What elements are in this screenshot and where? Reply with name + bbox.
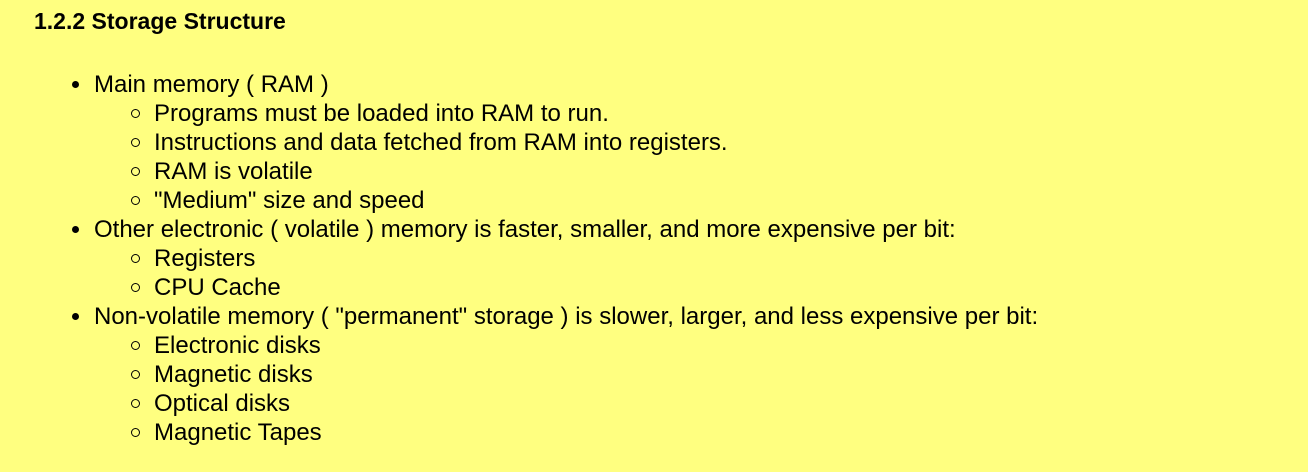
sub-list-item: Programs must be loaded into RAM to run. bbox=[131, 99, 1038, 128]
list-item-text: Main memory ( RAM ) bbox=[94, 71, 329, 98]
disc-bullet-icon bbox=[72, 313, 79, 320]
circle-bullet-icon bbox=[131, 138, 140, 147]
circle-bullet-icon bbox=[131, 399, 140, 408]
section-heading: 1.2.2 Storage Structure bbox=[34, 8, 286, 34]
sub-list-item-text: Electronic disks bbox=[154, 332, 321, 359]
circle-bullet-icon bbox=[131, 283, 140, 292]
sub-list-item: RAM is volatile bbox=[131, 157, 1038, 186]
disc-bullet-icon bbox=[72, 81, 79, 88]
sub-list-item: Instructions and data fetched from RAM i… bbox=[131, 128, 1038, 157]
circle-bullet-icon bbox=[131, 109, 140, 118]
sub-list: Electronic disks Magnetic disks Optical … bbox=[94, 331, 1038, 447]
circle-bullet-icon bbox=[131, 370, 140, 379]
list-item-main-memory: Main memory ( RAM ) Programs must be loa… bbox=[72, 70, 1038, 215]
circle-bullet-icon bbox=[131, 428, 140, 437]
list-item-non-volatile-memory: Non-volatile memory ( "permanent" storag… bbox=[72, 302, 1039, 447]
sub-list-item-text: RAM is volatile bbox=[154, 158, 313, 185]
sub-list-item-text: Magnetic Tapes bbox=[154, 419, 322, 446]
list-item-volatile-memory: Other electronic ( volatile ) memory is … bbox=[72, 215, 1038, 302]
list-item-text: Other electronic ( volatile ) memory is … bbox=[94, 216, 956, 243]
sub-list-item: Electronic disks bbox=[131, 331, 1038, 360]
sub-list-item-text: Optical disks bbox=[154, 390, 291, 417]
sub-list-item-text: Registers bbox=[154, 245, 256, 272]
page: 1.2.2 Storage Structure Main memory ( RA… bbox=[0, 0, 1308, 472]
sub-list-item-text: Magnetic disks bbox=[154, 361, 313, 388]
storage-list: Main memory ( RAM ) Programs must be loa… bbox=[72, 70, 1039, 447]
disc-bullet-icon bbox=[72, 226, 79, 233]
sub-list-item: "Medium" size and speed bbox=[131, 186, 1038, 215]
circle-bullet-icon bbox=[131, 341, 140, 350]
circle-bullet-icon bbox=[131, 254, 140, 263]
sub-list-item-text: Programs must be loaded into RAM to run. bbox=[154, 100, 609, 127]
sub-list-item: CPU Cache bbox=[131, 273, 1038, 302]
list-item-text: Non-volatile memory ( "permanent" storag… bbox=[94, 303, 1039, 330]
sub-list: Programs must be loaded into RAM to run.… bbox=[94, 99, 1038, 215]
sub-list-item-text: Instructions and data fetched from RAM i… bbox=[154, 129, 728, 156]
sub-list-item: Magnetic Tapes bbox=[131, 418, 1038, 447]
sub-list-item: Optical disks bbox=[131, 389, 1038, 418]
sub-list-item: Registers bbox=[131, 244, 1038, 273]
sub-list-item: Magnetic disks bbox=[131, 360, 1038, 389]
circle-bullet-icon bbox=[131, 196, 140, 205]
circle-bullet-icon bbox=[131, 167, 140, 176]
sub-list-item-text: CPU Cache bbox=[154, 274, 281, 301]
sub-list: Registers CPU Cache bbox=[94, 244, 1038, 302]
sub-list-item-text: "Medium" size and speed bbox=[154, 187, 425, 214]
